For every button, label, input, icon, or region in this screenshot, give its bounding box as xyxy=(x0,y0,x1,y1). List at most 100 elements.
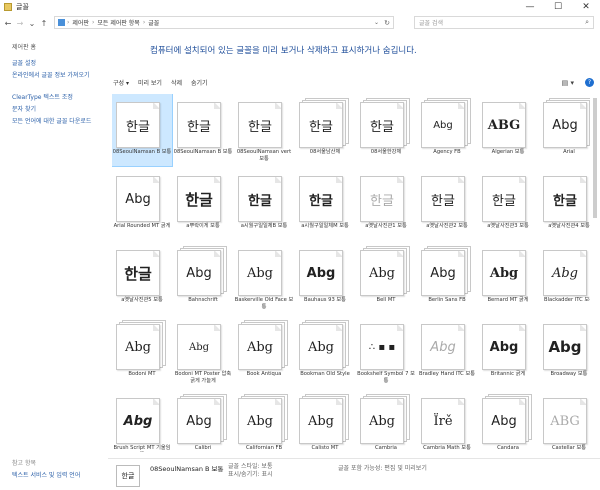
delete-button[interactable]: 삭제 xyxy=(171,78,182,87)
font-tile[interactable]: Abg Bodoni MT Poster 압축 굵게 가늘게 xyxy=(173,316,233,388)
details-show-hide: 표시/숨기기: 표시 xyxy=(228,471,273,478)
font-name-label: Bauhaus 93 보통 xyxy=(304,297,346,303)
font-tile[interactable]: Abg Berlin Sans FB xyxy=(417,242,477,314)
font-file-icon: Ïrě xyxy=(421,394,471,444)
font-file-icon: ABG xyxy=(543,394,590,444)
back-button[interactable]: ← xyxy=(2,16,14,30)
font-tile[interactable]: Abg Blackadder ITC 보통 xyxy=(539,242,590,314)
font-name-label: a시월구일일체B 보통 xyxy=(240,223,288,229)
vertical-scrollbar[interactable] xyxy=(592,94,598,452)
font-sample: Abg xyxy=(430,339,456,355)
font-tile[interactable]: Abg Brush Script MT 기울임꼴 xyxy=(112,390,172,452)
up-button[interactable]: ↑ xyxy=(38,16,50,30)
font-name-label: a옛날사진관1 보통 xyxy=(365,223,407,229)
font-file-icon: Abg xyxy=(421,246,471,296)
font-tile[interactable]: Abg Bell MT xyxy=(356,242,416,314)
maximize-button[interactable]: ☐ xyxy=(544,0,572,14)
font-tile[interactable]: Ïrě Cambria Math 보통 xyxy=(417,390,477,452)
close-button[interactable]: ✕ xyxy=(572,0,600,14)
font-tile[interactable]: Abg Bodoni MT xyxy=(112,316,172,388)
font-tile[interactable]: Abg Cambria xyxy=(356,390,416,452)
help-icon[interactable]: ? xyxy=(585,78,594,87)
address-bar[interactable]: › 제어판 › 모든 제어판 항목 › 글꼴 ⌄ ↻ xyxy=(54,16,394,29)
font-tile[interactable]: Abg Book Antiqua xyxy=(234,316,294,388)
scrollbar-thumb[interactable] xyxy=(593,98,597,218)
font-sample: Abg xyxy=(186,265,212,281)
font-tile[interactable]: 한글 08서울한강체 xyxy=(356,94,416,166)
font-file-icon: Abg xyxy=(482,394,532,444)
font-tile[interactable]: Abg Agency FB xyxy=(417,94,477,166)
font-tile[interactable]: ∴ ▪ ▪ Bookshelf Symbol 7 보통 xyxy=(356,316,416,388)
font-tile[interactable]: Abg Candara xyxy=(478,390,538,452)
sidebar-online-info[interactable]: 온라인에서 글꼴 정보 가져오기 xyxy=(12,72,104,80)
page-front: Abg xyxy=(482,250,526,296)
font-sample: Abg xyxy=(123,413,153,429)
font-tile[interactable]: Abg Broadway 보통 xyxy=(539,316,590,388)
font-tile[interactable]: 한글 a옛날사진관3 보통 xyxy=(478,168,538,240)
font-tile[interactable]: Abg Baskerville Old Face 보통 xyxy=(234,242,294,314)
organize-button[interactable]: 구성 ▾ xyxy=(113,78,129,87)
page-front: Abg xyxy=(116,324,160,370)
font-tile[interactable]: Abg Bernard MT 굵게 xyxy=(478,242,538,314)
font-file-icon: ∴ ▪ ▪ xyxy=(360,320,410,370)
font-tile[interactable]: ABG Algerian 보통 xyxy=(478,94,538,166)
font-tile[interactable]: 한글 a옛날사진관5 보통 xyxy=(112,242,172,314)
minimize-button[interactable]: — xyxy=(516,0,544,14)
font-sample: Abg xyxy=(307,339,335,355)
page-front: Abg xyxy=(299,250,343,296)
font-file-icon: Abg xyxy=(543,98,590,148)
window-controls: — ☐ ✕ xyxy=(516,0,600,14)
font-name-label: Bernard MT 굵게 xyxy=(487,297,529,303)
address-dropdown-icon[interactable]: ⌄ xyxy=(374,19,379,26)
font-tile[interactable]: Abg Calibri xyxy=(173,390,233,452)
font-tile[interactable]: 한글 a뿌락이게 보통 xyxy=(173,168,233,240)
font-tile[interactable]: Abg Bauhaus 93 보통 xyxy=(295,242,355,314)
font-file-icon: Abg xyxy=(360,246,410,296)
font-file-icon: 한글 xyxy=(299,98,349,148)
font-name-label: Calisto MT xyxy=(311,445,339,451)
font-name-label: 08서울남산체 xyxy=(309,149,341,155)
font-tile[interactable]: Abg Bahnschrift xyxy=(173,242,233,314)
sidebar-text-services[interactable]: 텍스트 서비스 및 입력 언어 xyxy=(12,470,80,479)
font-name-label: Broadway 보통 xyxy=(550,371,588,377)
page-front: Abg xyxy=(299,398,343,444)
font-tile[interactable]: 한글 a시월구일일체M 보통 xyxy=(295,168,355,240)
font-tile[interactable]: 한글 a옛날사진관2 보통 xyxy=(417,168,477,240)
font-tile[interactable]: Abg Calisto MT xyxy=(295,390,355,452)
preview-button[interactable]: 미리 보기 xyxy=(138,78,162,87)
refresh-icon[interactable]: ↻ xyxy=(384,19,390,27)
font-tile[interactable]: Abg Britannic 굵게 xyxy=(478,316,538,388)
details-font-name: 08SeoulNamsan B 보통 xyxy=(150,465,224,473)
font-tile[interactable]: 한글 08SeoulNamsan vert 보통 xyxy=(234,94,294,166)
breadcrumb-all-items[interactable]: 모든 제어판 항목 xyxy=(97,18,139,27)
font-file-icon: 한글 xyxy=(543,172,590,222)
forward-button[interactable]: → xyxy=(14,16,26,30)
page-front: Abg xyxy=(116,176,160,222)
font-tile[interactable]: 한글 a옛날사진관4 보통 xyxy=(539,168,590,240)
view-options-button[interactable]: ▤ ▾ xyxy=(562,79,574,87)
sidebar-download-fonts[interactable]: 모든 언어에 대한 글꼴 다운로드 xyxy=(12,118,104,126)
font-tile[interactable]: 한글 a옛날사진관1 보통 xyxy=(356,168,416,240)
font-tile[interactable]: ABG Castellar 보통 xyxy=(539,390,590,452)
font-sample: ABG xyxy=(487,117,521,133)
font-sample: Abg xyxy=(246,413,274,429)
font-tile[interactable]: 한글 08SeoulNamsan B 보통 xyxy=(112,94,173,167)
font-tile[interactable]: Abg Arial Rounded MT 굵게 xyxy=(112,168,172,240)
font-tile[interactable]: 한글 08서울남산체 xyxy=(295,94,355,166)
font-tile[interactable]: 한글 a시월구일일체B 보통 xyxy=(234,168,294,240)
search-input[interactable]: 글꼴 검색 ⌕ xyxy=(414,16,594,29)
font-tile[interactable]: Abg Bookman Old Style xyxy=(295,316,355,388)
page-front: ∴ ▪ ▪ xyxy=(360,324,404,370)
font-tile[interactable]: Abg Arial xyxy=(539,94,590,166)
breadcrumb-control-panel[interactable]: 제어판 xyxy=(72,18,89,27)
sidebar-home-link[interactable]: 제어판 홈 xyxy=(12,42,36,51)
font-tile[interactable]: Abg Bradley Hand ITC 보통 xyxy=(417,316,477,388)
sidebar-cleartype[interactable]: ClearType 텍스트 조정 xyxy=(12,94,104,102)
sidebar-font-settings[interactable]: 글꼴 설정 xyxy=(12,60,104,68)
breadcrumb-fonts[interactable]: 글꼴 xyxy=(148,18,159,27)
sidebar-find-char[interactable]: 문자 찾기 xyxy=(12,106,104,114)
font-tile[interactable]: 한글 08SeoulNamsan B 보통 xyxy=(173,94,233,166)
hide-button[interactable]: 숨기기 xyxy=(191,78,208,87)
recent-locations-button[interactable]: ⌄ xyxy=(26,16,38,30)
font-tile[interactable]: Abg Californian FB xyxy=(234,390,294,452)
